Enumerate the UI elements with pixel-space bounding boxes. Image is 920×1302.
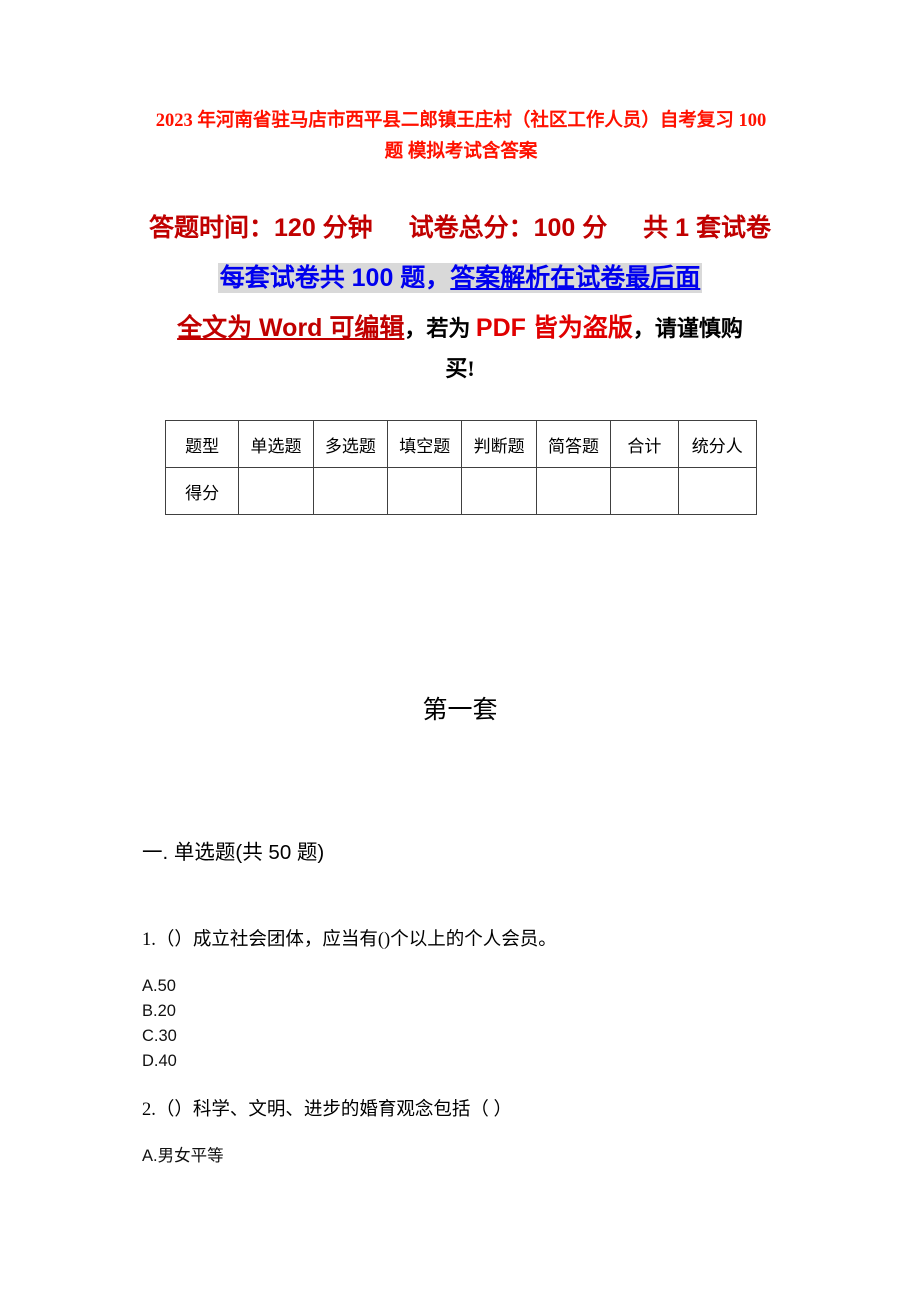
score-cell[interactable]	[387, 467, 463, 515]
score-cell[interactable]	[312, 467, 389, 515]
option-item[interactable]: A.50	[142, 974, 782, 999]
section-heading: 一. 单选题(共 50 题)	[142, 841, 325, 864]
score-cell[interactable]	[238, 467, 314, 515]
question-options: A.50 B.20 C.30 D.40	[142, 974, 782, 1074]
copyright-notice-line: 全文为 Word 可编辑，若为 PDF 皆为盗版，请谨慎购	[110, 307, 810, 350]
option-item[interactable]: C.30	[142, 1024, 782, 1049]
score-cell[interactable]	[535, 467, 612, 515]
table-header-cell: 判断题	[461, 420, 537, 468]
notice-pdf-pirated: PDF 皆为盗版	[475, 314, 633, 342]
exam-duration-label: 答题时间：120 分钟	[149, 214, 373, 242]
notice-separator: ，若为	[404, 316, 476, 341]
exam-note-part-a: 每套试卷共 100 题，	[219, 264, 451, 292]
table-header-cell: 多选题	[312, 420, 389, 468]
notice-word-editable: 全文为 Word 可编辑	[177, 314, 405, 342]
exam-set-count-label: 共 1 套试卷	[643, 214, 771, 242]
set-heading: 第一套	[422, 697, 498, 724]
score-table: 题型 单选题 多选题 填空题 判断题 简答题 合计 统分人 得分	[164, 420, 758, 515]
table-header-cell: 单选题	[238, 420, 314, 468]
page-title: 2023 年河南省驻马店市西平县二郎镇王庄村（社区工作人员）自考复习 100 题…	[148, 106, 774, 168]
option-item[interactable]: D.40	[142, 1049, 782, 1074]
question-item: 1.（）成立社会团体，应当有()个以上的个人会员。	[142, 926, 782, 954]
table-header-cell: 统分人	[677, 420, 758, 468]
table-header-cell: 填空题	[387, 420, 463, 468]
document-page: 2023 年河南省驻马店市西平县二郎镇王庄村（社区工作人员）自考复习 100 题…	[0, 0, 920, 1302]
table-header-cell: 合计	[610, 420, 679, 468]
page-title-line-2: 模拟考试含答案	[407, 142, 538, 162]
exam-info-line: 答题时间：120 分钟 试卷总分：100 分 共 1 套试卷	[110, 208, 810, 248]
table-row: 得分	[164, 467, 758, 515]
score-cell[interactable]	[610, 467, 679, 515]
question-stem: 2.（）科学、文明、进步的婚育观念包括（ ）	[142, 1100, 513, 1120]
option-item[interactable]: A.男女平等	[142, 1144, 782, 1169]
score-cell[interactable]	[461, 467, 537, 515]
exam-note-highlight-row: 每套试卷共 100 题，答案解析在试卷最后面	[110, 258, 810, 302]
exam-note-part-b: 答案解析在试卷最后面	[450, 264, 701, 292]
score-cell[interactable]	[677, 467, 758, 515]
table-header-cell: 题型	[164, 420, 240, 468]
question-options: A.男女平等	[142, 1144, 782, 1169]
copyright-notice-line-2: 买!	[445, 356, 475, 381]
table-header-cell: 简答题	[535, 420, 612, 468]
exam-note-highlight: 每套试卷共 100 题，答案解析在试卷最后面	[217, 263, 703, 293]
exam-total-score-label: 试卷总分：100 分	[408, 214, 608, 242]
question-stem: 1.（）成立社会团体，应当有()个以上的个人会员。	[142, 930, 557, 950]
question-item: 2.（）科学、文明、进步的婚育观念包括（ ）	[142, 1096, 782, 1124]
option-item[interactable]: B.20	[142, 999, 782, 1024]
table-row-label: 得分	[164, 467, 240, 515]
notice-tail: ，请谨慎购	[632, 316, 743, 341]
table-row-header: 题型 单选题 多选题 填空题 判断题 简答题 合计 统分人	[164, 420, 758, 468]
